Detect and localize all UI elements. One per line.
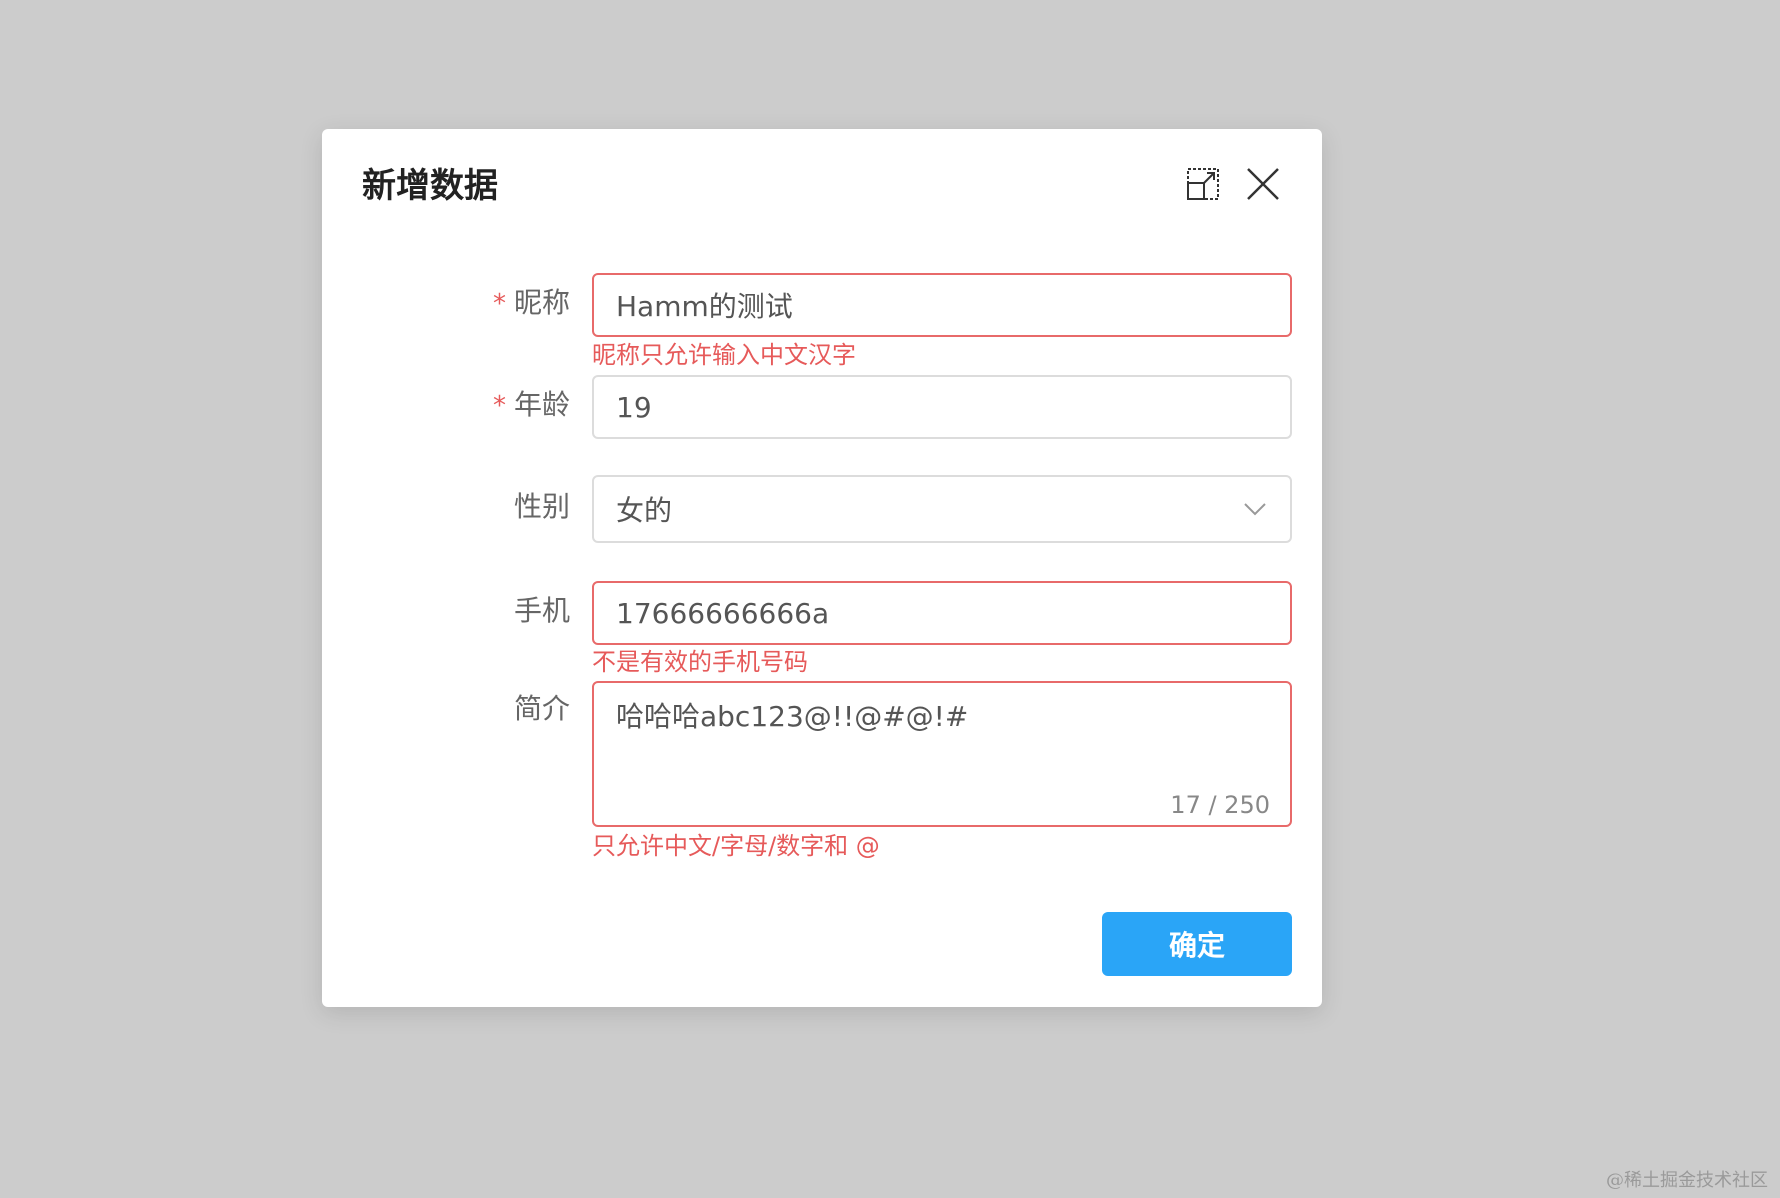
age-label: * 年龄: [493, 387, 570, 424]
nickname-label-text: 昵称: [513, 286, 570, 319]
age-input[interactable]: 19: [592, 375, 1292, 439]
phone-error: 不是有效的手机号码: [592, 648, 808, 676]
dialog-title: 新增数据: [362, 166, 498, 206]
intro-textarea[interactable]: 哈哈哈abc123@!!@#@!# 17 / 250: [592, 681, 1292, 827]
age-label-text: 年龄: [513, 388, 570, 421]
required-mark: *: [492, 289, 506, 319]
nickname-label: * 昵称: [493, 285, 570, 322]
gender-value: 女的: [616, 494, 673, 527]
add-data-dialog: 新增数据 * 昵称 Hamm的测试 昵称只允许输入中文汉字 * 年龄 19 性别…: [322, 129, 1322, 1007]
gender-label: 性别: [513, 490, 570, 523]
chevron-down-icon: [1244, 503, 1266, 516]
nickname-input[interactable]: Hamm的测试: [592, 273, 1292, 337]
age-value: 19: [616, 390, 652, 424]
nickname-value: Hamm的测试: [616, 290, 793, 323]
phone-value: 17666666666a: [616, 596, 830, 630]
watermark: @稀土掘金技术社区: [1606, 1170, 1768, 1191]
nickname-error: 昵称只允许输入中文汉字: [592, 341, 856, 369]
fullscreen-icon: [1187, 168, 1219, 200]
close-icon: [1247, 168, 1279, 200]
phone-input[interactable]: 17666666666a: [592, 581, 1292, 645]
confirm-button[interactable]: 确定: [1102, 912, 1292, 976]
fullscreen-button[interactable]: [1182, 163, 1224, 205]
gender-select[interactable]: 女的: [592, 475, 1292, 543]
required-mark: *: [492, 391, 506, 421]
intro-error: 只允许中文/字母/数字和 @: [592, 832, 880, 860]
close-button[interactable]: [1242, 163, 1284, 205]
intro-label: 简介: [513, 692, 570, 725]
intro-value: 哈哈哈abc123@!!@#@!#: [616, 700, 969, 733]
phone-label: 手机: [513, 594, 570, 627]
char-counter: 17 / 250: [1170, 791, 1270, 819]
